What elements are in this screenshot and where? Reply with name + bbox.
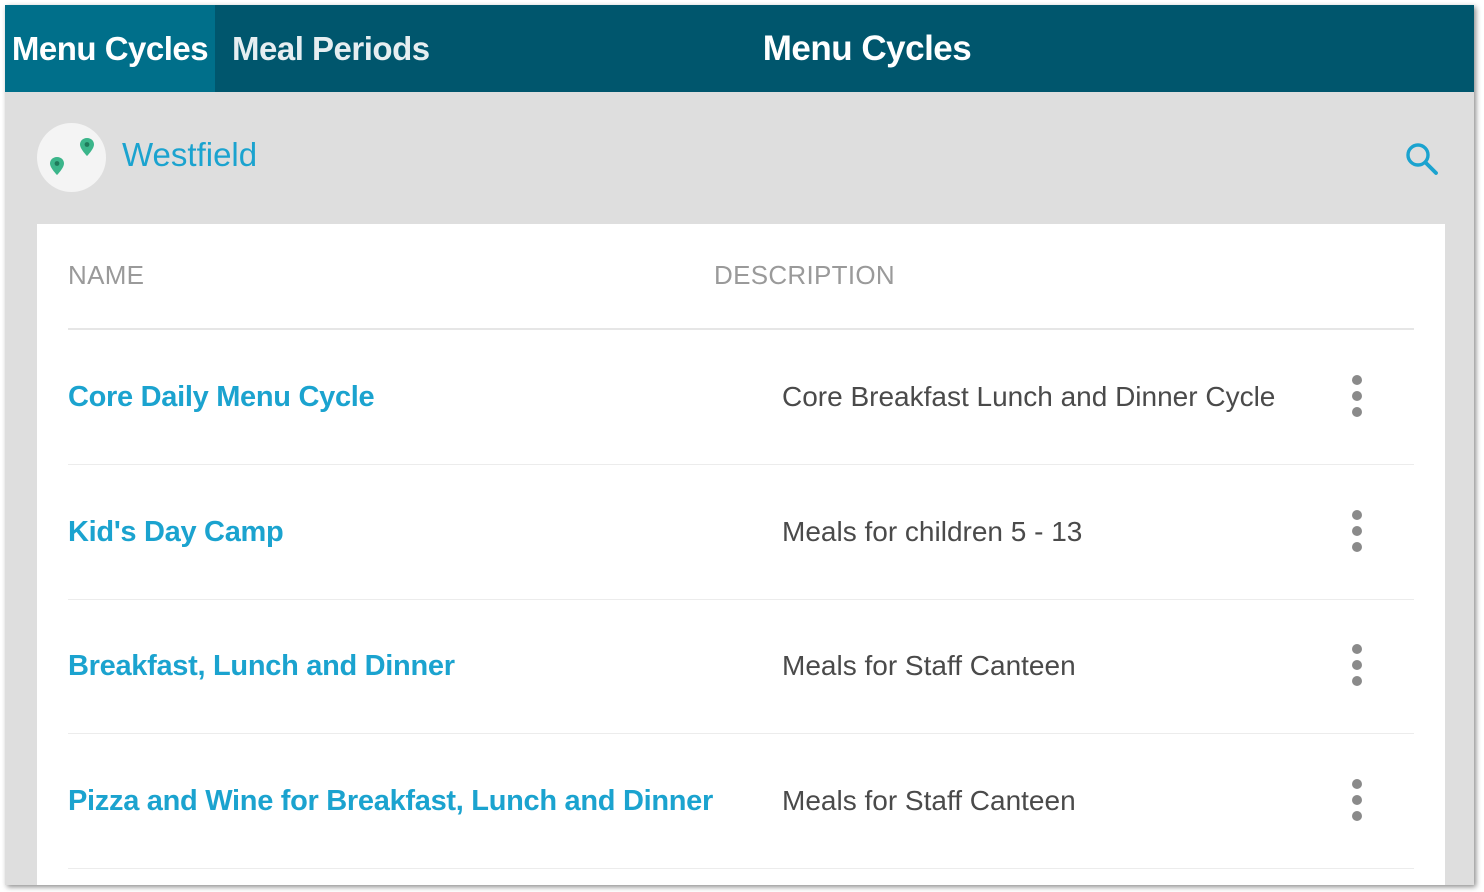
map-pins-icon (50, 138, 94, 175)
search-button[interactable] (1403, 140, 1443, 180)
row-actions-button[interactable] (1339, 776, 1375, 826)
more-vertical-icon (1352, 510, 1362, 552)
location-avatar[interactable] (37, 123, 106, 192)
menu-cycle-description: Meals for Staff Canteen (782, 785, 1076, 816)
more-vertical-icon (1352, 375, 1362, 417)
more-vertical-icon (1352, 644, 1362, 686)
table-header: NAME DESCRIPTION (68, 224, 1414, 330)
table-row: Core Daily Menu Cycle Core Breakfast Lun… (68, 330, 1414, 465)
column-header-description: DESCRIPTION (714, 260, 895, 290)
menu-cycle-description: Meals for children 5 - 13 (782, 516, 1083, 547)
location-bar: Westfield (5, 92, 1474, 224)
search-icon (1406, 143, 1438, 175)
tab-menu-cycles[interactable]: Menu Cycles (5, 5, 215, 92)
row-actions-button[interactable] (1339, 641, 1375, 691)
menu-cycle-description: Core Breakfast Lunch and Dinner Cycle (782, 381, 1276, 412)
table-row: Breakfast, Lunch and Dinner Meals for St… (68, 599, 1414, 734)
tab-meal-periods[interactable]: Meal Periods (215, 5, 430, 92)
location-name[interactable]: Westfield (122, 136, 257, 174)
column-header-name: NAME (68, 260, 145, 290)
menu-cycle-description: Meals for Staff Canteen (782, 650, 1076, 681)
menu-cycle-name-link[interactable]: Breakfast, Lunch and Dinner (68, 599, 455, 733)
top-navigation-bar: Menu Cycles Meal Periods Menu Cycles (5, 5, 1474, 92)
table-row: Kid's Day Camp Meals for children 5 - 13 (68, 465, 1414, 600)
row-actions-button[interactable] (1339, 507, 1375, 557)
menu-cycle-name-link[interactable]: Kid's Day Camp (68, 465, 284, 599)
table-row: Pizza and Wine for Breakfast, Lunch and … (68, 734, 1414, 869)
row-actions-button[interactable] (1339, 372, 1375, 422)
menu-cycle-name-link[interactable]: Core Daily Menu Cycle (68, 330, 375, 464)
menu-cycle-name-link[interactable]: Pizza and Wine for Breakfast, Lunch and … (68, 734, 713, 868)
menu-cycles-table: NAME DESCRIPTION Core Daily Menu Cycle C… (37, 224, 1445, 885)
app-window: Menu Cycles Meal Periods Menu Cycles Wes… (5, 5, 1474, 885)
more-vertical-icon (1352, 779, 1362, 821)
